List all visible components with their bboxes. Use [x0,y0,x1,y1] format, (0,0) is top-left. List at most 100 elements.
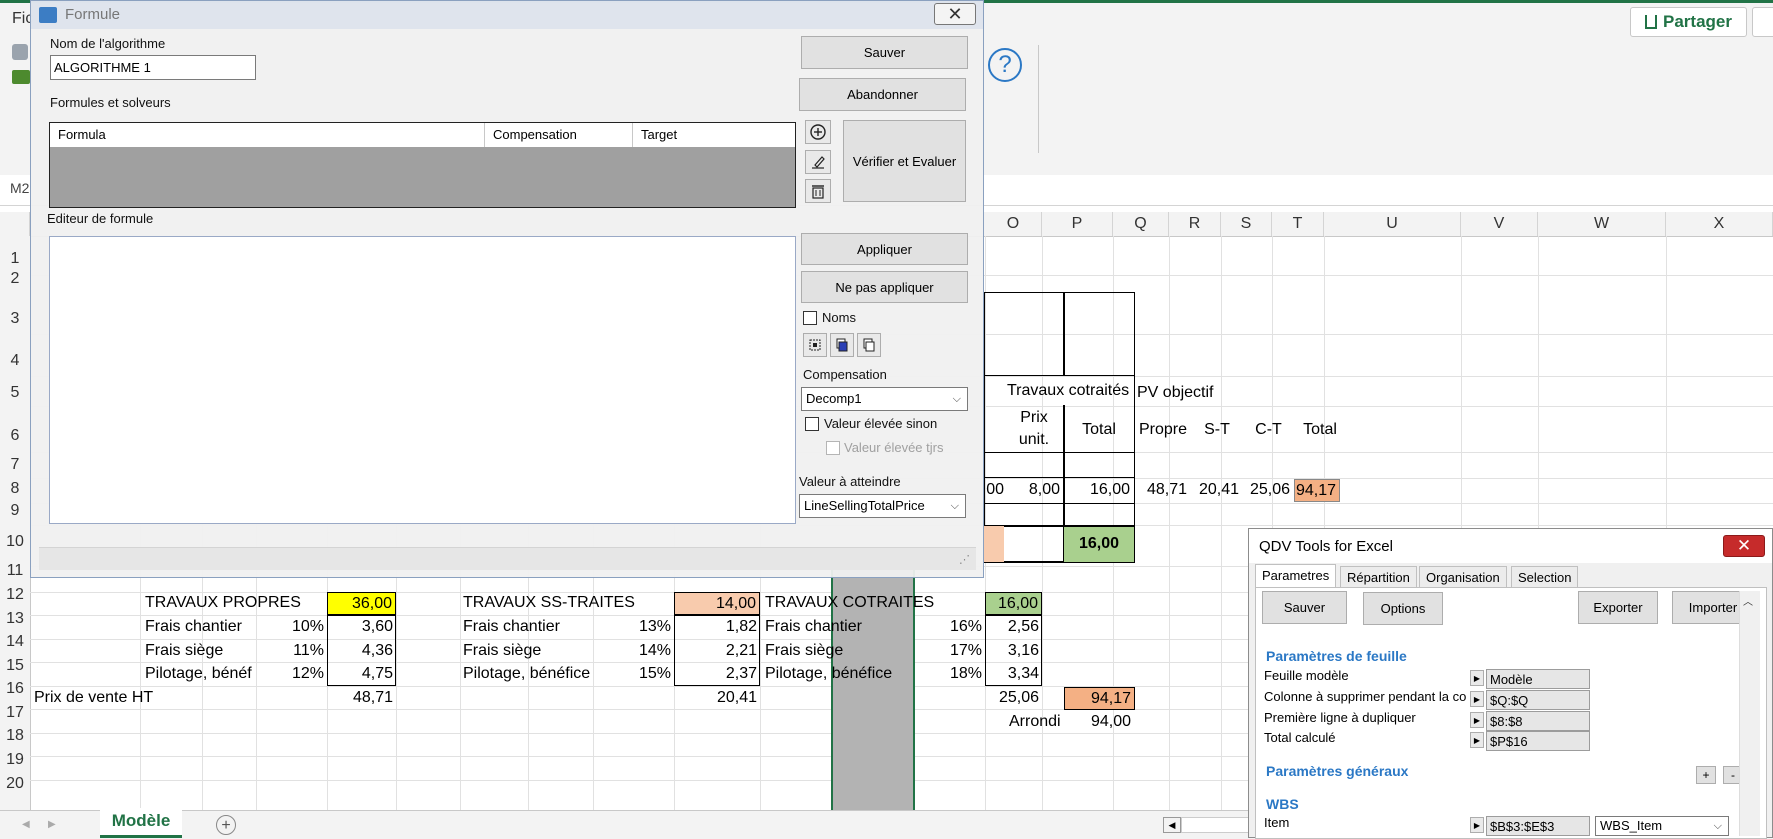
add-sheet-icon[interactable]: + [216,815,236,835]
cell-value[interactable]: 3,16 [985,640,1039,662]
ribbon-shape-icon[interactable] [12,44,28,60]
cell-pct[interactable]: 10% [256,616,324,638]
add-icon[interactable] [805,120,831,144]
cell-s8[interactable]: 25,06 [1243,479,1290,501]
cell-o8[interactable]: 8,00 [1008,479,1060,501]
edit-icon[interactable] [805,150,831,174]
sauver-button[interactable]: Sauver [1262,591,1347,624]
header-travaux-cotraites[interactable]: Travaux cotraités [1007,380,1129,402]
cell-travaux-ss-val[interactable]: 14,00 [674,592,760,615]
vertical-scrollbar[interactable]: ︿ [1739,591,1760,836]
column-header-s[interactable]: S [1221,212,1272,236]
cell-pv-propre[interactable]: 48,71 [327,687,393,709]
label-frais-chantier[interactable]: Frais chantier [463,616,560,638]
header-st[interactable]: S-T [1191,419,1243,441]
row-header[interactable]: 17 [0,704,30,722]
row-header[interactable]: 6 [0,427,30,445]
row-header[interactable]: 1 [0,250,30,268]
label-frais-siege[interactable]: Frais siège [463,640,541,662]
label-pilotage[interactable]: Pilotage, bénéf [145,663,252,685]
item-select[interactable]: WBS_Item ⌵ [1595,816,1729,836]
cell-p8[interactable]: 16,00 [1064,479,1130,501]
appliquer-button[interactable]: Appliquer [801,233,968,265]
label-frais-chantier[interactable]: Frais chantier [765,616,862,638]
cell-travaux-cot-val[interactable]: 16,00 [985,592,1042,615]
cell-pct[interactable]: 13% [593,616,671,638]
header-pv-objectif[interactable]: PV objectif [1137,382,1213,404]
cell-q8[interactable]: 48,71 [1135,479,1187,501]
cell-r8[interactable]: 20,41 [1191,479,1239,501]
cell-pct[interactable]: 17% [915,640,982,662]
options-button[interactable]: Options [1363,592,1443,625]
tab-scroll-right-icon[interactable]: ▶ [48,819,56,830]
cell-pct[interactable]: 18% [915,663,982,685]
column-header-o[interactable]: O [985,212,1042,236]
cell-t8[interactable]: 94,17 [1294,479,1340,502]
header-ct[interactable]: C-T [1243,419,1294,441]
label-prix-vente[interactable]: Prix de vente HT [34,687,153,709]
cell-pv-ss[interactable]: 20,41 [674,687,757,709]
label-pilotage[interactable]: Pilotage, bénéfice [765,663,892,685]
name-box[interactable]: M2 [10,180,29,196]
row-header[interactable]: 14 [0,633,30,651]
colonne-value[interactable]: $Q:$Q [1486,690,1590,710]
chevron-right-icon[interactable]: ▶ [1470,691,1484,707]
header-prix-unit[interactable]: Prix unit. [1008,407,1060,451]
exporter-button[interactable]: Exporter [1578,591,1658,624]
formulas-grid[interactable]: Formula Compensation Target [49,122,796,208]
chevron-up-icon[interactable]: ︿ [1743,593,1753,608]
compensation-select[interactable]: Decomp1 ⌵ [801,387,968,411]
row-header[interactable]: 5 [0,384,30,402]
header-total[interactable]: Total [1064,419,1134,441]
cell-pct[interactable]: 15% [593,663,671,685]
row-header[interactable]: 4 [0,352,30,370]
add-param-button[interactable]: + [1696,766,1716,784]
row-header[interactable]: 3 [0,310,30,328]
cell-pct[interactable]: 12% [256,663,324,685]
formula-editor[interactable] [49,236,796,524]
row-header[interactable]: 12 [0,586,30,604]
sauver-button[interactable]: Sauver [801,36,968,69]
cell-value[interactable]: 2,21 [674,640,757,662]
chevron-right-icon[interactable]: ▶ [1470,817,1484,833]
ribbon-flag-icon[interactable] [12,70,30,84]
formule-titlebar[interactable] [31,1,983,29]
row-header[interactable]: 11 [0,562,30,580]
noms-checkbox[interactable] [803,311,817,325]
row-header[interactable]: 2 [0,270,30,288]
row-header[interactable]: 8 [0,480,30,498]
column-header-r[interactable]: R [1169,212,1221,236]
comment-icon[interactable] [1752,7,1773,37]
column-header-q[interactable]: Q [1113,212,1169,236]
cell-arrondi-val[interactable]: 94,00 [1064,711,1131,733]
cell-travaux-propres-val[interactable]: 36,00 [327,592,396,615]
help-icon[interactable]: ? [988,48,1022,82]
abandonner-button[interactable]: Abandonner [799,78,966,111]
share-button[interactable]: Partager [1630,7,1747,37]
verifier-evaluer-button[interactable]: Vérifier et Evaluer [843,120,966,202]
tab-selection[interactable]: Selection [1511,566,1579,587]
close-icon[interactable]: ✕ [934,3,976,25]
valeur-atteindre-select[interactable]: LineSellingTotalPrice ⌵ [799,494,966,518]
paste-icon[interactable] [857,333,881,357]
chevron-right-icon[interactable]: ▶ [1470,670,1484,686]
h-scrollbar[interactable] [1181,817,1251,833]
valeur-elevee-tjrs-checkbox[interactable] [826,441,840,455]
chevron-right-icon[interactable]: ▶ [1470,732,1484,748]
cell-value[interactable]: 2,37 [674,663,757,685]
grid-header-compensation[interactable]: Compensation [485,123,633,147]
column-header-x[interactable]: X [1666,212,1773,236]
nom-input[interactable] [50,55,256,80]
copy-icon[interactable] [830,333,854,357]
tab-parametres[interactable]: Parametres [1255,564,1337,587]
tab-organisation[interactable]: Organisation [1419,566,1507,587]
row-header[interactable]: 15 [0,657,30,675]
chevron-right-icon[interactable]: ▶ [1470,712,1484,728]
cell-p10[interactable]: 16,00 [1064,533,1134,555]
h-scroll-left-icon[interactable]: ◀ [1163,817,1181,833]
cell-value[interactable]: 4,75 [327,663,393,685]
column-header-t[interactable]: T [1272,212,1324,236]
cell-pv-cot[interactable]: 25,06 [985,687,1039,709]
row-header[interactable]: 13 [0,610,30,628]
column-header-w[interactable]: W [1538,212,1666,236]
